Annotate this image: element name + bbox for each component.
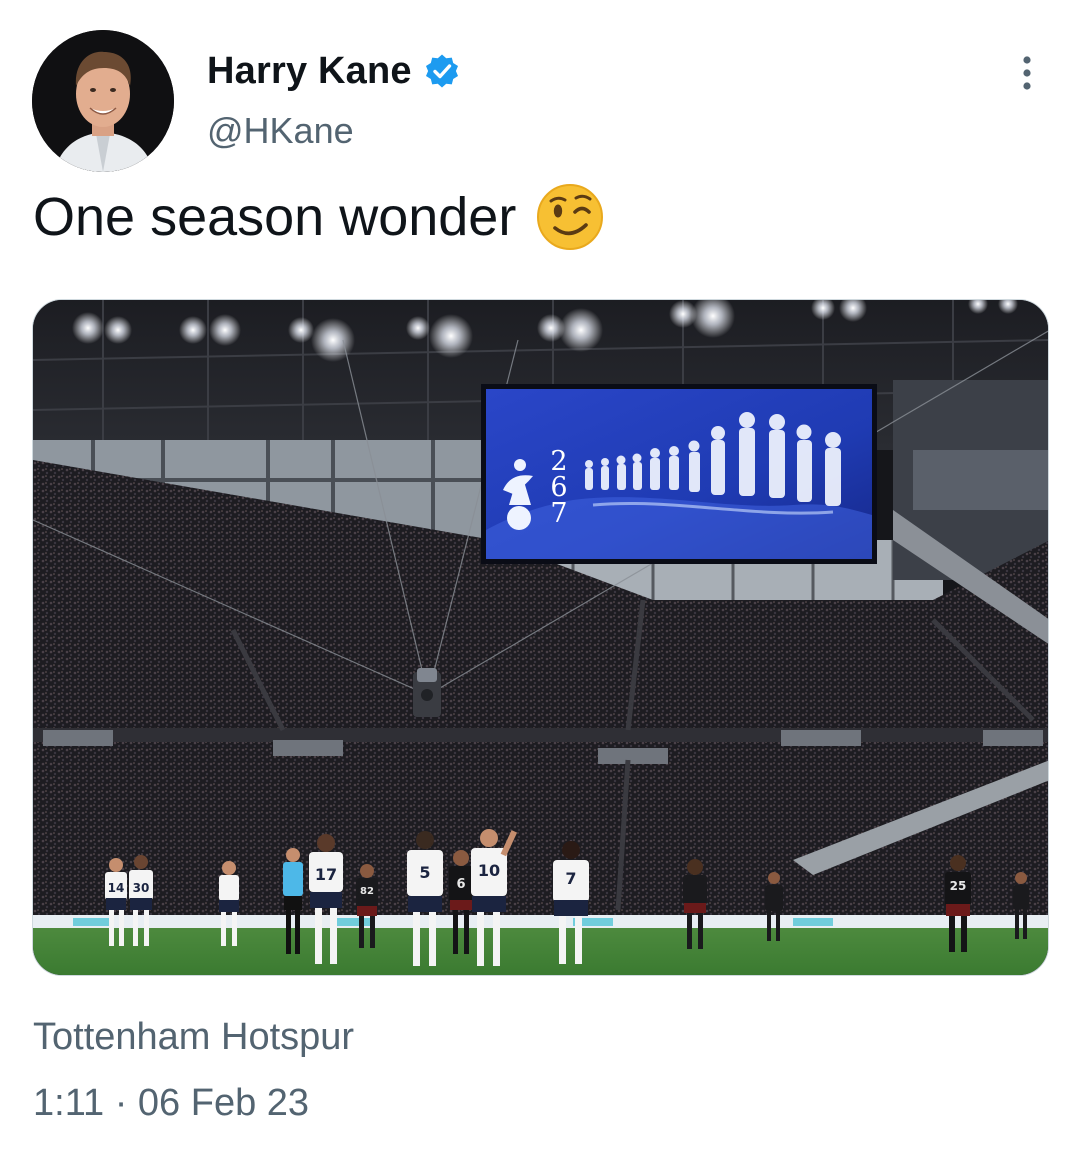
tweet-text-content: One season wonder — [33, 187, 517, 247]
tweet-text: One season wonder — [33, 182, 604, 252]
shirt-number-17: 17 — [315, 865, 337, 884]
tweet-timestamp[interactable]: 1:11 · 06 Feb 23 — [33, 1082, 309, 1125]
shirt-number-25: 25 — [950, 879, 967, 893]
shirt-number-30: 30 — [133, 881, 150, 895]
shirt-number-7: 7 — [565, 869, 576, 888]
tweet-photo[interactable]: 2 6 7 14 30 17 82 5 6 10 7 25 — [32, 299, 1049, 976]
avatar[interactable] — [32, 30, 174, 172]
screen-number-7: 7 — [550, 498, 567, 529]
verified-badge-icon — [424, 53, 460, 89]
shirt-number-6: 6 — [456, 877, 465, 892]
tweet-card: Harry Kane @HKane One season wonder 2 6 … — [0, 0, 1080, 1156]
shirt-number-10: 10 — [478, 861, 500, 880]
winking-face-icon — [536, 183, 604, 251]
author-name-row: Harry Kane — [207, 48, 460, 94]
source-label[interactable]: Tottenham Hotspur — [33, 1016, 354, 1059]
shirt-number-82: 82 — [360, 886, 374, 897]
shirt-number-5: 5 — [419, 863, 430, 882]
author-display-name[interactable]: Harry Kane — [207, 50, 412, 93]
shirt-number-14: 14 — [108, 881, 125, 895]
more-options-icon[interactable] — [1012, 52, 1042, 94]
author-handle[interactable]: @HKane — [207, 110, 354, 152]
